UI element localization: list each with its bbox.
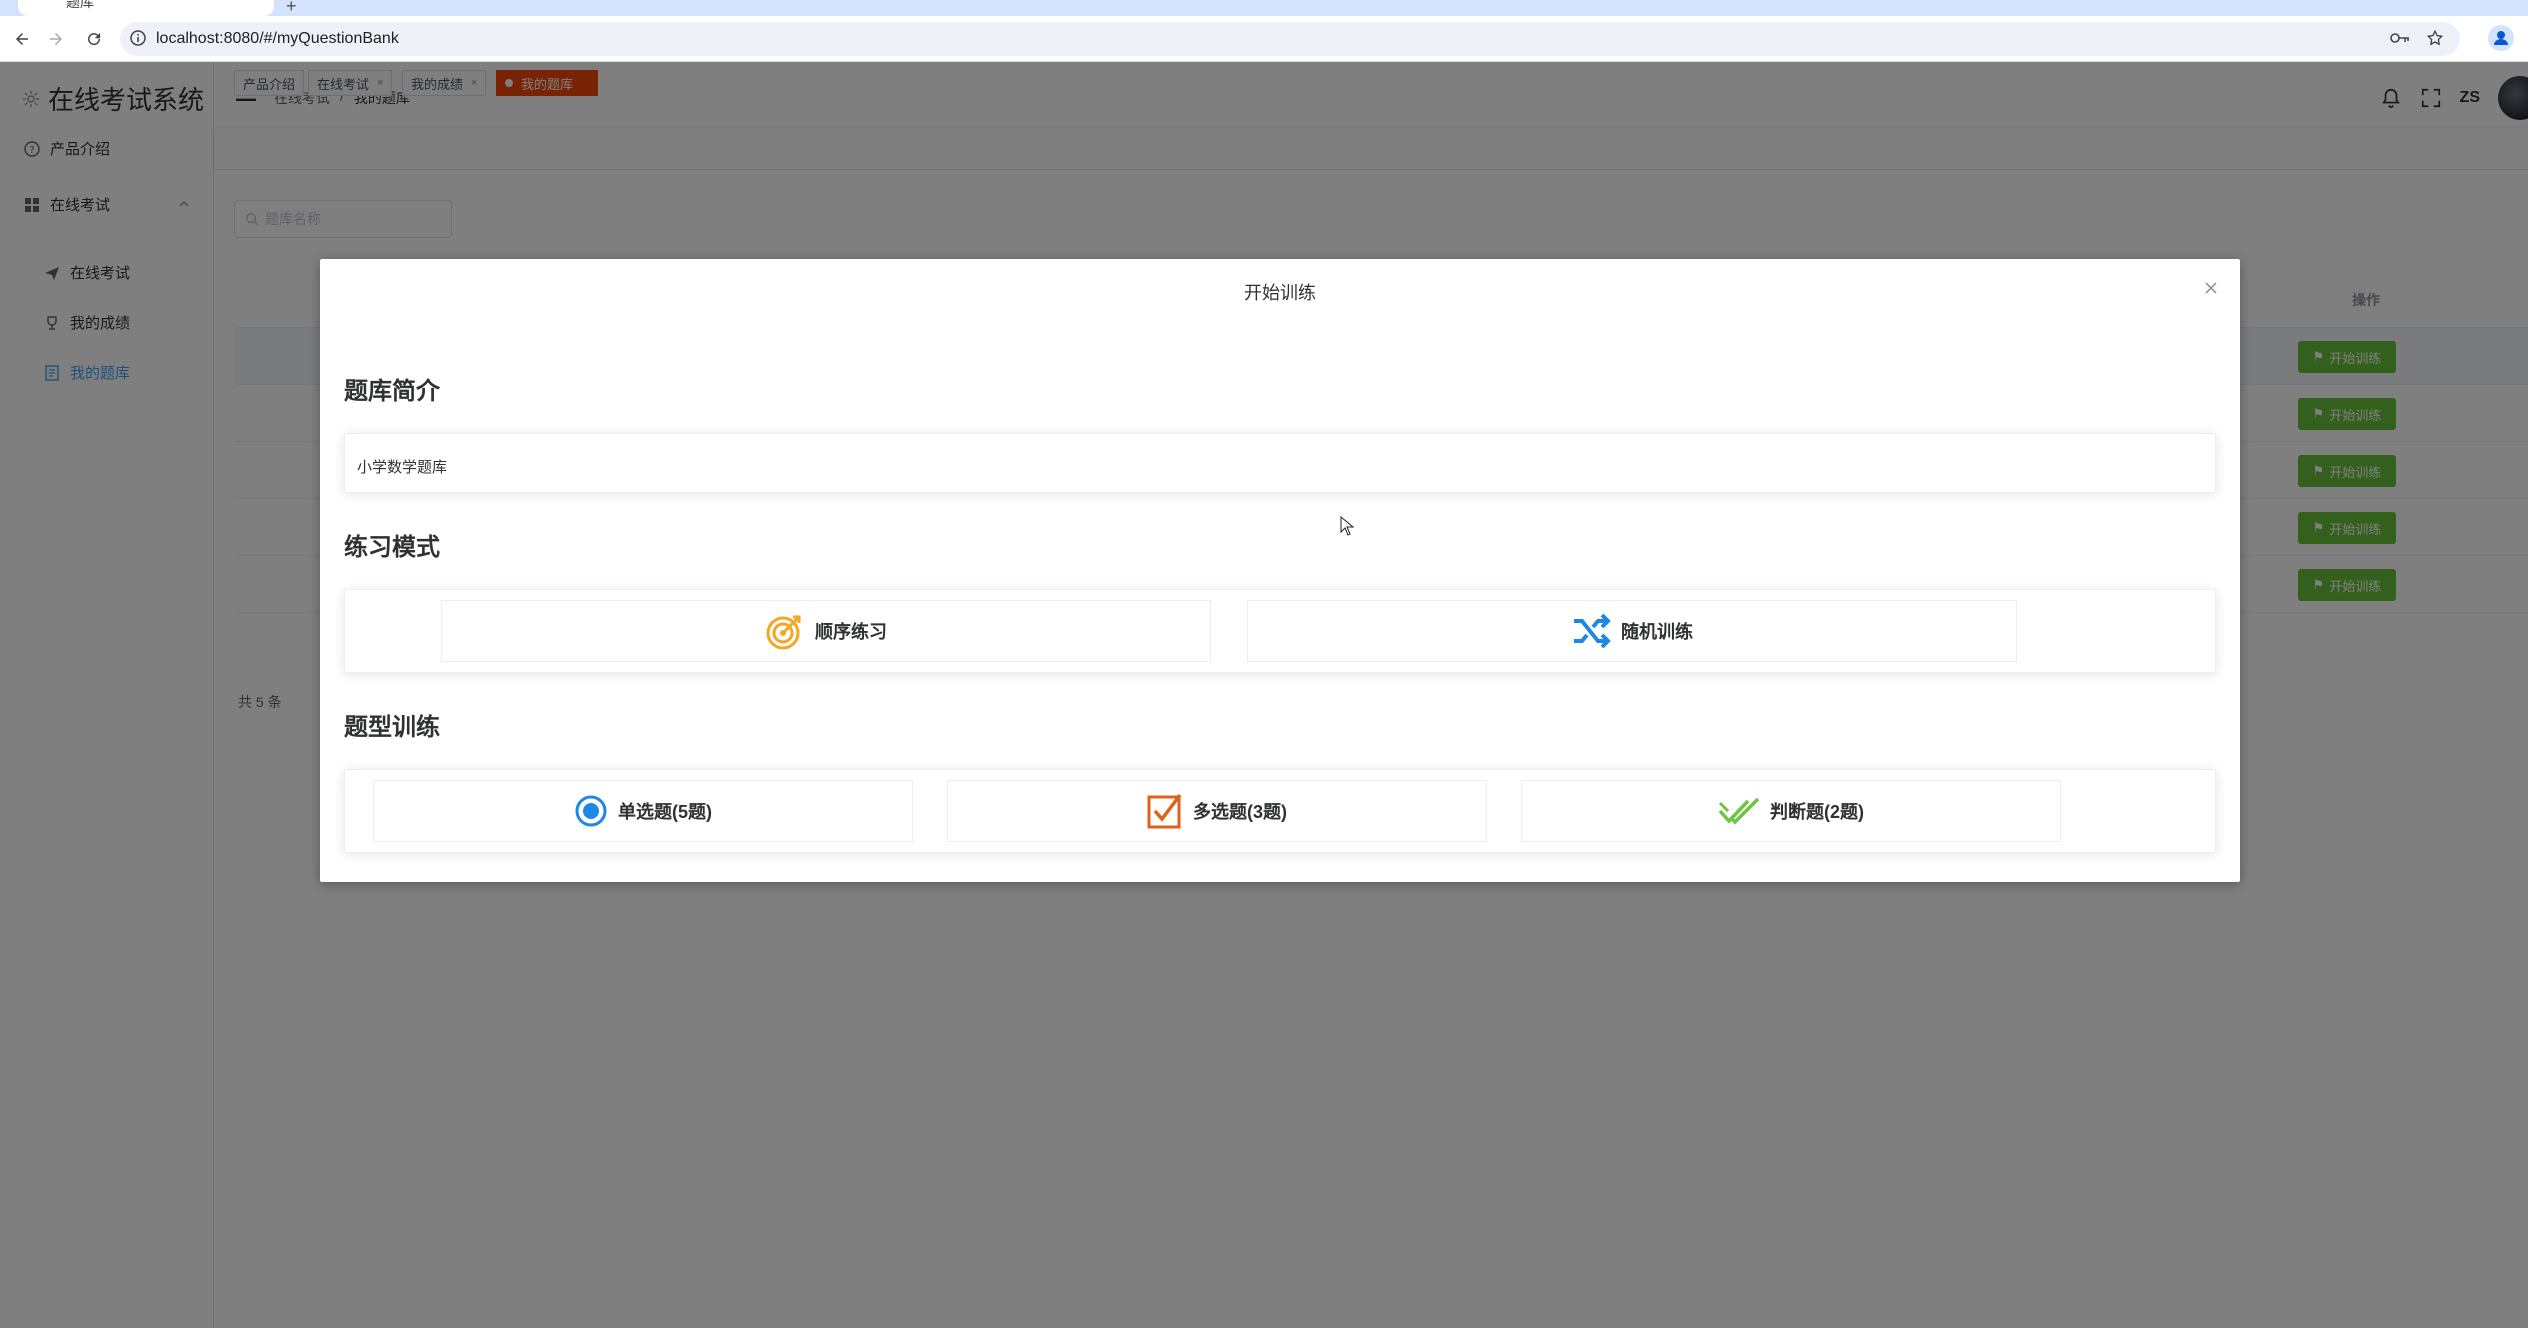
target-icon [766,615,801,650]
reload-button[interactable] [80,25,108,53]
option-label: 顺序练习 [815,622,887,642]
mouse-cursor-icon [1340,516,1354,536]
intro-text: 小学数学题库 [357,459,448,476]
single-choice-button[interactable]: 单选题(5题) [373,780,913,842]
profile-icon [2488,25,2514,51]
shuffle-icon [1574,613,1611,649]
bookmark-star-icon[interactable] [2426,29,2444,52]
option-label: 单选题(5题) [618,802,712,822]
random-training-button[interactable]: 随机训练 [1247,600,2017,662]
checkbox-icon [1147,793,1182,829]
address-bar[interactable]: localhost:8080/#/myQuestionBank [120,22,2460,56]
section-title-type: 题型训练 [344,714,440,741]
section-title-intro: 题库简介 [344,378,440,405]
option-label: 判断题(2题) [1770,802,1864,822]
forward-arrow-icon [50,33,62,45]
back-button[interactable] [8,25,36,53]
radio-icon [575,795,607,827]
close-icon[interactable] [2204,281,2218,295]
new-tab-icon[interactable]: + [286,0,297,17]
sequential-practice-button[interactable]: 顺序练习 [441,600,1211,662]
browser-toolbar: localhost:8080/#/myQuestionBank [0,16,2528,62]
type-card: 单选题(5题) 多选题(3题) 判断题(2题) [344,769,2216,853]
back-arrow-icon [16,33,28,45]
start-training-dialog: 开始训练 题库简介 小学数学题库 练习模式 顺序练习 随机训练 题型训练 单选题… [320,259,2240,882]
dialog-title: 开始训练 [1244,283,1316,303]
browser-tab[interactable]: 题库 [18,0,274,16]
section-title-mode: 练习模式 [344,534,440,561]
profile-button[interactable] [2488,25,2514,56]
forward-button[interactable] [42,25,70,53]
browser-tab-title: 题库 [66,0,94,10]
site-info-icon[interactable] [130,30,146,51]
url-text: localhost:8080/#/myQuestionBank [156,30,399,47]
browser-tab-strip: 题库 + [0,0,2528,16]
password-key-icon[interactable] [2390,31,2410,50]
reload-icon [88,33,101,46]
mode-card: 顺序练习 随机训练 [344,589,2216,673]
true-false-button[interactable]: 判断题(2题) [1521,780,2061,842]
option-label: 随机训练 [1621,622,1693,642]
multiple-choice-button[interactable]: 多选题(3题) [947,780,1487,842]
double-check-icon [1718,797,1760,825]
option-label: 多选题(3题) [1193,802,1287,822]
intro-card: 小学数学题库 [344,433,2216,493]
